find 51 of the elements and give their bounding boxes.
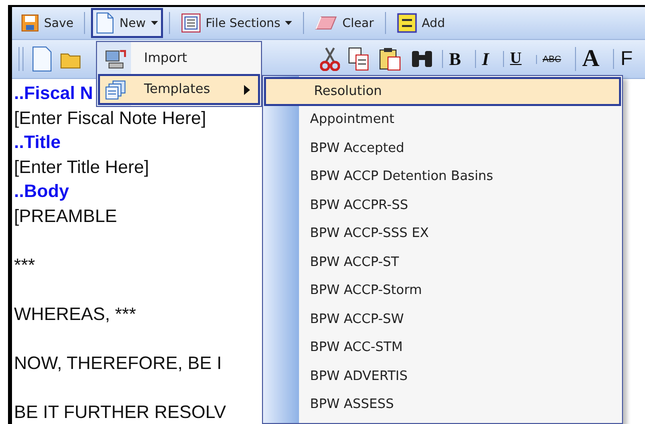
body-text: [Enter Fiscal Note Here] xyxy=(14,106,206,130)
copy-icon[interactable] xyxy=(348,47,370,72)
submenu-arrow-icon xyxy=(244,84,250,94)
list-icon xyxy=(180,13,201,34)
menu-item[interactable]: BPW ACC-STM xyxy=(264,334,621,362)
format-button[interactable]: F xyxy=(613,49,639,70)
menu-item[interactable]: Appointment xyxy=(264,106,621,134)
document-icon[interactable] xyxy=(32,46,52,72)
format-button[interactable]: B xyxy=(442,50,468,68)
format-button[interactable]: U xyxy=(503,51,528,68)
caret-icon xyxy=(150,21,158,26)
menu-item[interactable]: BPW ACCPR-SS xyxy=(264,191,621,220)
document-icon xyxy=(96,12,114,34)
menu-item[interactable]: Templates xyxy=(98,74,260,105)
stacked-pages-icon xyxy=(105,80,127,100)
binoculars-icon[interactable] xyxy=(410,49,434,70)
body-text: [PREAMBLE xyxy=(14,204,118,228)
toolbar-button[interactable]: Add xyxy=(392,8,450,38)
section-heading: ..Fiscal N xyxy=(14,82,94,105)
body-text: NOW, THEREFORE, BE I xyxy=(14,352,222,374)
menu-item[interactable]: BPW ASSESS xyxy=(264,390,621,419)
toolbar-button[interactable]: File Sections xyxy=(176,8,298,38)
toolbar-button[interactable]: Clear xyxy=(310,8,379,38)
menu-item[interactable]: BPW ACCP-SW xyxy=(264,305,621,334)
body-text: BE IT FURTHER RESOLV xyxy=(14,400,226,424)
body-text: [Enter Title Here] xyxy=(14,156,150,179)
eraser-icon xyxy=(315,16,338,30)
menu-item[interactable]: BPW ACCP-SSS EX xyxy=(264,220,621,248)
grip-icon[interactable] xyxy=(18,47,24,72)
body-text: WHEREAS, *** xyxy=(14,302,136,326)
save-icon xyxy=(21,14,39,32)
computer-icon xyxy=(105,48,127,70)
scissors-icon[interactable] xyxy=(320,47,340,72)
section-heading: ..Title xyxy=(14,131,61,154)
caret-icon xyxy=(285,21,292,26)
body-text: *** xyxy=(14,254,36,276)
format-button[interactable]: A xyxy=(575,47,606,72)
clipboard-icon[interactable] xyxy=(378,47,402,72)
toolbar-button[interactable]: Save xyxy=(16,8,78,38)
format-button[interactable]: I xyxy=(475,50,496,68)
menu-item[interactable]: Resolution xyxy=(264,77,621,106)
add-section-icon xyxy=(396,13,417,34)
menu-item[interactable]: BPW ACCP-Storm xyxy=(264,276,621,305)
menu-item[interactable]: BPW ADVERTIS xyxy=(264,362,621,390)
toolbar-button[interactable]: New xyxy=(91,8,163,38)
menu-item[interactable]: BPW ACCP-ST xyxy=(264,248,621,276)
menu-item[interactable]: Import xyxy=(98,43,260,74)
menu-item[interactable]: BPW Accepted xyxy=(264,134,621,162)
section-heading: ..Body xyxy=(14,180,70,203)
menu-item[interactable]: BPW ACCP Detention Basins xyxy=(264,162,621,191)
format-button[interactable]: ABC xyxy=(536,54,568,64)
